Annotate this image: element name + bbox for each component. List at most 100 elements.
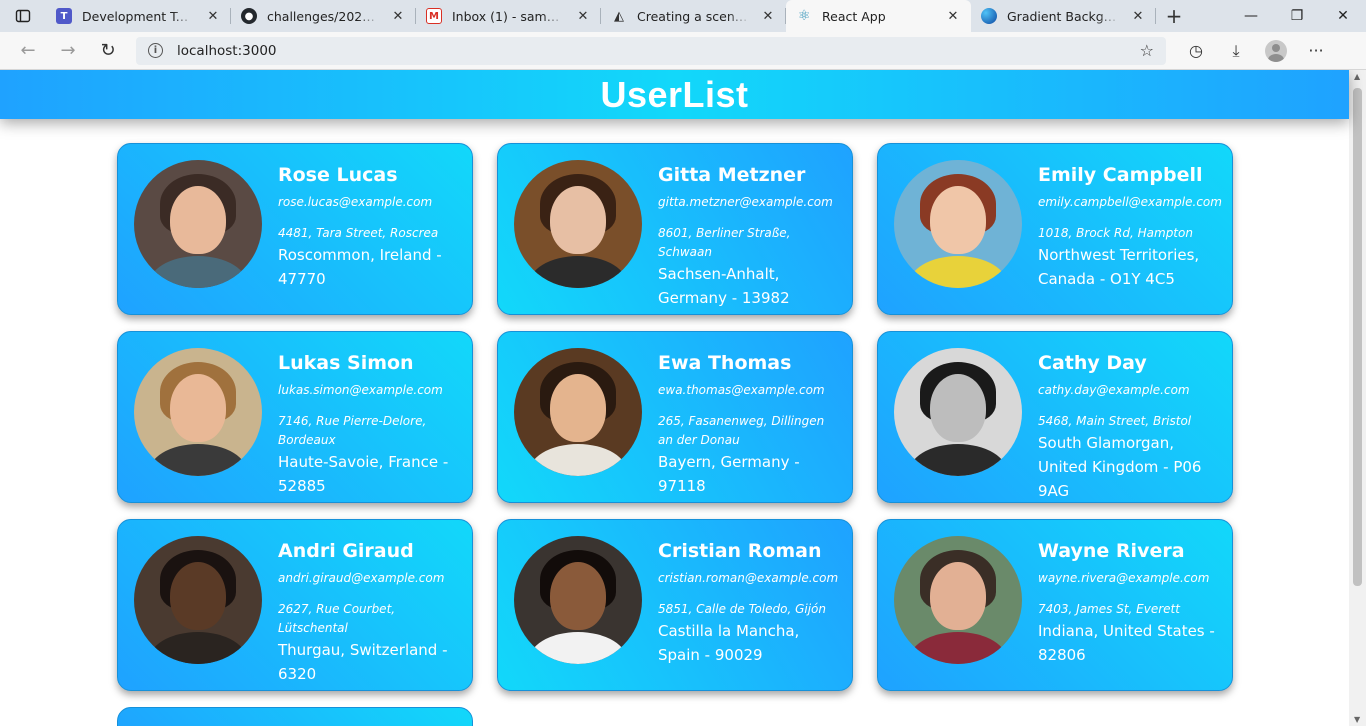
user-avatar (134, 536, 262, 664)
page-viewport: UserList Rose Lucas rose.lucas@example.c… (0, 70, 1366, 726)
close-icon: ✕ (1337, 8, 1349, 24)
vertical-scrollbar[interactable]: ▲ ▼ (1349, 70, 1366, 726)
scroll-up-icon[interactable]: ▲ (1354, 72, 1360, 81)
scroll-down-icon[interactable]: ▼ (1354, 715, 1360, 724)
close-icon[interactable]: ✕ (205, 9, 221, 24)
user-email: andri.giraud@example.com (278, 571, 445, 585)
browser-tab-react-app[interactable]: ⚛ React App ✕ (786, 0, 971, 32)
user-card: Wayne Rivera wayne.rivera@example.com 74… (877, 519, 1233, 691)
user-email: cristian.roman@example.com (658, 571, 839, 585)
user-avatar (514, 536, 642, 664)
user-card: Andri Giraud andri.giraud@example.com 26… (117, 519, 473, 691)
user-email: rose.lucas@example.com (278, 195, 433, 209)
page-title: UserList (600, 73, 749, 115)
user-street: 4481, Tara Street, Roscrea (278, 226, 439, 240)
tab-title: React App (822, 8, 886, 24)
more-icon: ··· (1308, 41, 1324, 60)
user-street: 5851, Calle de Toledo, Gijón (658, 602, 826, 616)
user-card: Cristian Roman cristian.roman@example.co… (497, 519, 853, 691)
download-icon: ⤓ (1232, 40, 1240, 60)
info-icon[interactable]: i (148, 43, 163, 58)
tab-title: Gradient Backgrounds (1007, 8, 1120, 24)
browser-tab-gmail[interactable]: M Inbox (1) - sameer.du ✕ (416, 0, 601, 32)
user-card: Emily Campbell emily.campbell@example.co… (877, 143, 1233, 315)
user-street: 8601, Berliner Straße, Schwaan (658, 226, 791, 259)
teams-icon: T (56, 8, 72, 24)
tab-title: Development Team (sc (82, 8, 195, 24)
user-email: cathy.day@example.com (1038, 383, 1190, 397)
github-icon: ● (241, 8, 257, 24)
user-street: 1018, Brock Rd, Hampton (1038, 226, 1193, 240)
user-avatar (514, 160, 642, 288)
user-email: emily.campbell@example.com (1038, 195, 1222, 209)
react-icon: ⚛ (797, 8, 811, 24)
user-street: 5468, Main Street, Bristol (1038, 414, 1192, 428)
browser-tab-github[interactable]: ● challenges/2021/Front ✕ (231, 0, 416, 32)
user-region: Northwest Territories, Canada - O1Y 4C5 (1038, 246, 1200, 288)
window-controls: — ❐ ✕ (1228, 0, 1366, 32)
browser-tab-gradient[interactable]: Gradient Backgrounds ✕ (971, 0, 1156, 32)
close-icon[interactable]: ✕ (1130, 9, 1146, 24)
user-avatar (894, 160, 1022, 288)
user-name: Andri Giraud (278, 540, 414, 562)
user-street: 7146, Rue Pierre-Delore, Bordeaux (278, 414, 427, 447)
user-name: Cathy Day (1038, 352, 1147, 374)
user-name: Emily Campbell (1038, 164, 1203, 186)
user-card-grid: Rose Lucas rose.lucas@example.com 4481, … (117, 143, 1233, 691)
browser-tab-teams[interactable]: T Development Team (sc ✕ (46, 0, 231, 32)
tab-actions-button[interactable] (0, 0, 46, 32)
user-email: wayne.rivera@example.com (1038, 571, 1210, 585)
arrow-right-icon: → (60, 40, 76, 61)
forward-button[interactable]: → (48, 36, 88, 66)
history-icon: ◷ (1189, 41, 1203, 60)
user-region: Bayern, Germany - 97118 (658, 453, 800, 495)
user-street: 7403, James St, Everett (1038, 602, 1180, 616)
downloads-button[interactable]: ⤓ (1216, 36, 1256, 66)
tab-actions-icon (15, 9, 31, 23)
user-card: Lukas Simon lukas.simon@example.com 7146… (117, 331, 473, 503)
user-region: Indiana, United States - 82806 (1038, 622, 1215, 664)
url-text[interactable]: localhost:3000 (177, 43, 1126, 59)
browser-tab-threejs[interactable]: ◭ Creating a scene – thr ✕ (601, 0, 786, 32)
close-icon[interactable]: ✕ (575, 9, 591, 24)
history-button[interactable]: ◷ (1176, 36, 1216, 66)
user-region: South Glamorgan, United Kingdom - P06 9A… (1038, 434, 1202, 500)
browser-toolbar: ← → ↻ i localhost:3000 ☆ ◷ ⤓ ··· (0, 32, 1366, 70)
profile-button[interactable] (1256, 36, 1296, 66)
back-button[interactable]: ← (8, 36, 48, 66)
refresh-icon: ↻ (100, 40, 116, 61)
user-card: Ewa Thomas ewa.thomas@example.com 265, F… (497, 331, 853, 503)
close-icon[interactable]: ✕ (760, 9, 776, 24)
user-email: lukas.simon@example.com (278, 383, 443, 397)
user-name: Ewa Thomas (658, 352, 792, 374)
user-name: Gitta Metzner (658, 164, 806, 186)
add-favorite-icon[interactable]: ☆ (1140, 41, 1154, 60)
user-card: Cathy Day cathy.day@example.com 5468, Ma… (877, 331, 1233, 503)
close-icon[interactable]: ✕ (945, 9, 961, 24)
user-region: Roscommon, Ireland - 47770 (278, 246, 442, 288)
tab-title: challenges/2021/Front (267, 8, 380, 24)
user-avatar (134, 160, 262, 288)
more-menu-button[interactable]: ··· (1296, 36, 1336, 66)
user-name: Wayne Rivera (1038, 540, 1185, 562)
close-icon[interactable]: ✕ (390, 9, 406, 24)
user-avatar (134, 348, 262, 476)
address-bar[interactable]: i localhost:3000 ☆ (136, 36, 1166, 65)
profile-avatar-icon (1265, 39, 1287, 62)
close-window-button[interactable]: ✕ (1320, 0, 1366, 32)
user-name: Lukas Simon (278, 352, 414, 374)
scrollbar-thumb[interactable] (1353, 88, 1362, 586)
user-email: ewa.thomas@example.com (658, 383, 825, 397)
tab-strip: T Development Team (sc ✕ ● challenges/20… (0, 0, 1366, 32)
user-card: Gitta Metzner gitta.metzner@example.com … (497, 143, 853, 315)
maximize-button[interactable]: ❐ (1274, 0, 1320, 32)
refresh-button[interactable]: ↻ (88, 36, 128, 66)
user-region: Sachsen-Anhalt, Germany - 13982 (658, 265, 790, 307)
user-name: Rose Lucas (278, 164, 398, 186)
gmail-icon: M (426, 8, 442, 24)
gradient-icon (981, 8, 997, 24)
user-avatar (514, 348, 642, 476)
new-tab-button[interactable]: + (1156, 0, 1192, 32)
minimize-button[interactable]: — (1228, 0, 1274, 32)
user-street: 265, Fasanenweg, Dillingen an der Donau (658, 414, 825, 447)
